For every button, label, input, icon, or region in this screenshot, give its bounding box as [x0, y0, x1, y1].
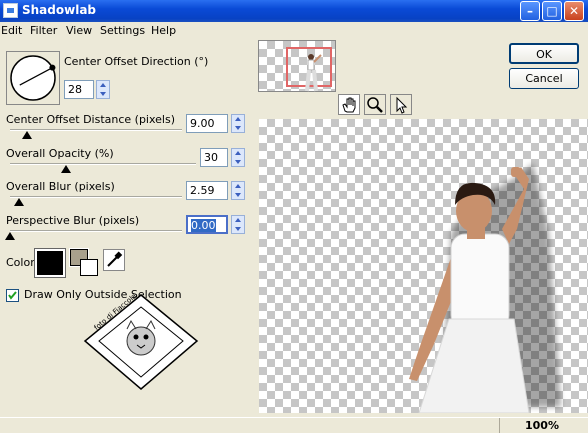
- direction-spinner[interactable]: [96, 80, 110, 99]
- opacity-slider-track[interactable]: [10, 163, 196, 165]
- blur-spinner[interactable]: [231, 181, 245, 200]
- distance-input[interactable]: 9.00: [186, 114, 228, 133]
- blur-input[interactable]: 2.59: [186, 181, 228, 200]
- direction-dial[interactable]: [6, 51, 60, 105]
- menu-edit[interactable]: Edit: [1, 24, 22, 37]
- distance-slider-track[interactable]: [10, 129, 182, 131]
- distance-label: Center Offset Distance (pixels): [6, 113, 176, 126]
- opacity-input[interactable]: 30: [200, 148, 228, 167]
- title-bar: Shadowlab – □ ✕: [0, 0, 588, 22]
- direction-label: Center Offset Direction (°): [64, 55, 209, 68]
- opacity-label: Overall Opacity (%): [6, 147, 114, 160]
- perspective-slider-thumb[interactable]: [5, 232, 15, 240]
- main-preview-canvas[interactable]: [259, 119, 588, 413]
- zoom-icon: [367, 97, 383, 113]
- distance-spinner[interactable]: [231, 114, 245, 133]
- blur-slider-track[interactable]: [10, 196, 182, 198]
- blur-slider-thumb[interactable]: [13, 198, 24, 206]
- menu-bar: Edit Filter View Settings Help: [0, 22, 588, 40]
- menu-settings[interactable]: Settings: [100, 24, 145, 37]
- perspective-input[interactable]: 0.00: [186, 215, 228, 234]
- preview-thumbnail[interactable]: [258, 40, 336, 92]
- color-swatch[interactable]: [34, 248, 66, 278]
- arrow-icon: [396, 96, 408, 114]
- preview-image: [409, 163, 561, 413]
- menu-view[interactable]: View: [66, 24, 92, 37]
- app-icon: [3, 3, 18, 18]
- opacity-spinner[interactable]: [231, 148, 245, 167]
- perspective-slider-track[interactable]: [10, 230, 182, 232]
- distance-slider-thumb[interactable]: [22, 131, 33, 139]
- menu-help[interactable]: Help: [151, 24, 176, 37]
- zoom-tool-button[interactable]: [364, 94, 386, 115]
- blur-label: Overall Blur (pixels): [6, 180, 115, 193]
- hand-icon: [342, 97, 356, 113]
- ok-button[interactable]: OK: [509, 43, 579, 64]
- opacity-slider-thumb[interactable]: [60, 165, 71, 173]
- perspective-label: Perspective Blur (pixels): [6, 214, 140, 227]
- hand-tool-button[interactable]: [338, 94, 360, 115]
- status-bar: 100%: [0, 417, 588, 433]
- watermark-stamp: foto di Fiaccola: [81, 292, 201, 393]
- window-title: Shadowlab: [22, 3, 97, 17]
- arrow-tool-button[interactable]: [390, 94, 412, 115]
- direction-input[interactable]: 28: [64, 80, 94, 99]
- cancel-button[interactable]: Cancel: [509, 68, 579, 89]
- checkmark-icon: [8, 291, 17, 300]
- color-label: Color: [6, 256, 35, 269]
- minimize-button[interactable]: –: [520, 1, 540, 21]
- maximize-button[interactable]: □: [542, 1, 562, 21]
- eyedropper-icon[interactable]: [103, 249, 125, 271]
- zoom-level: 100%: [525, 419, 559, 432]
- menu-filter[interactable]: Filter: [30, 24, 57, 37]
- color-swap-icon[interactable]: [69, 248, 100, 277]
- perspective-spinner[interactable]: [231, 215, 245, 234]
- outside-selection-checkbox[interactable]: [6, 289, 19, 302]
- close-button[interactable]: ✕: [564, 1, 584, 21]
